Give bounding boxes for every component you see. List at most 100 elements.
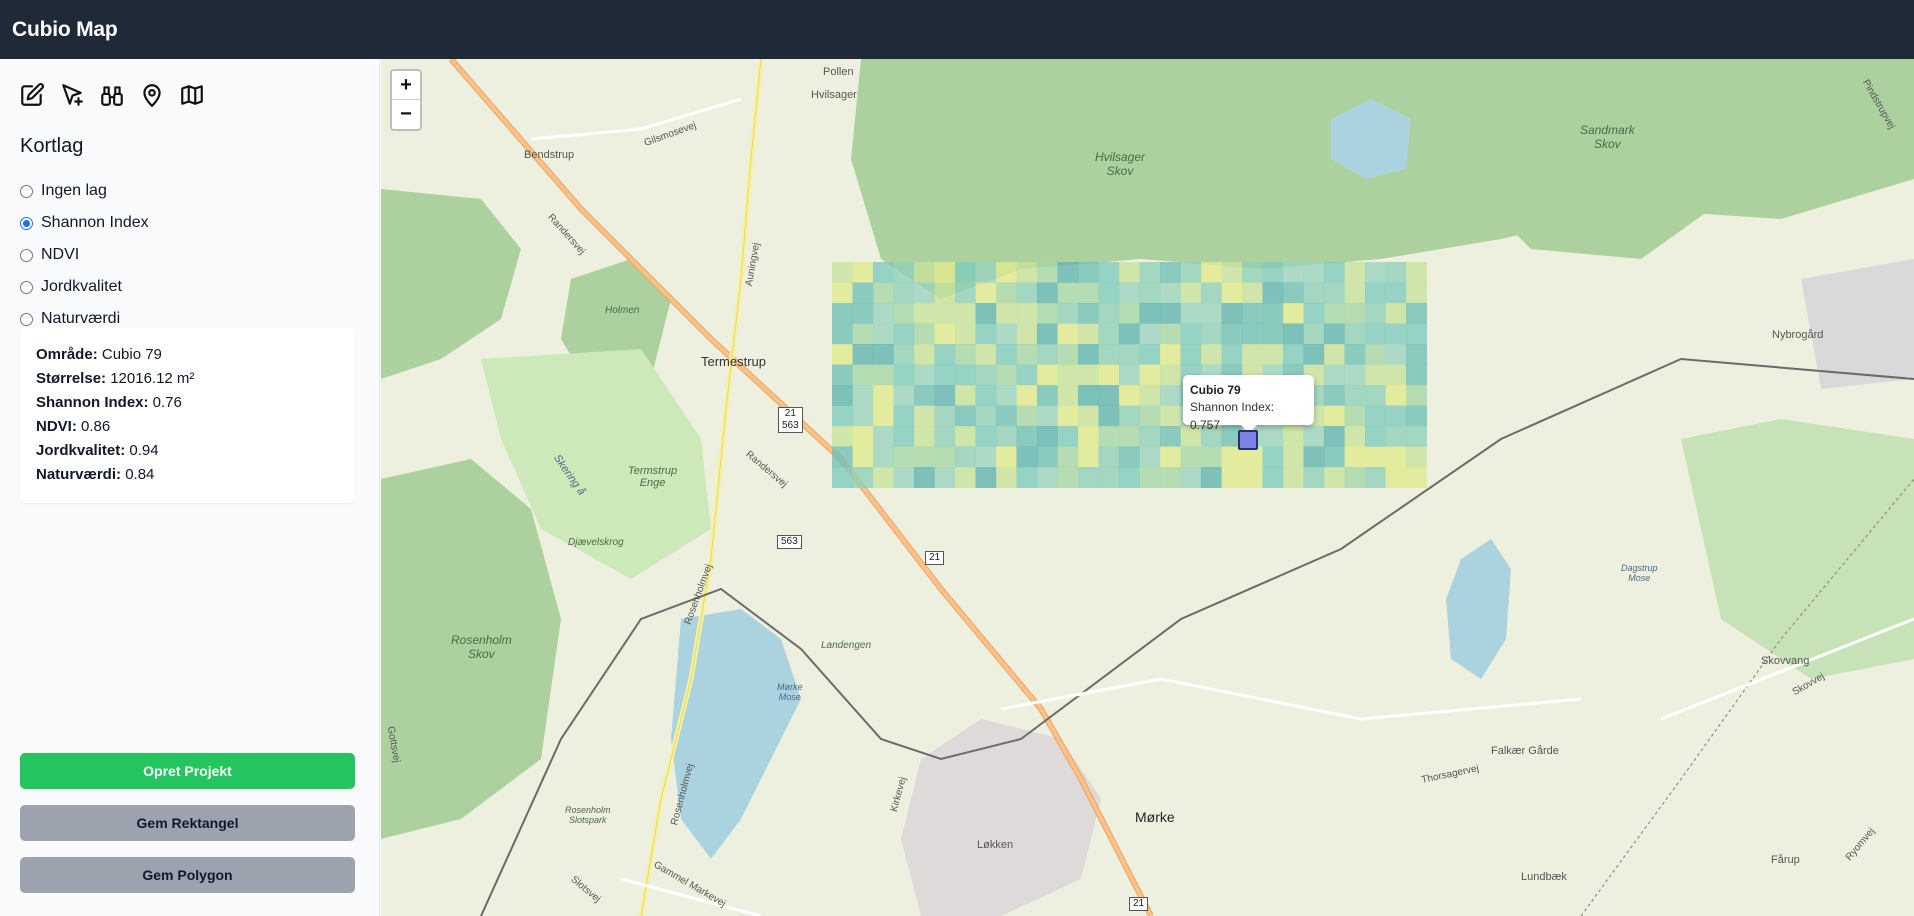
heat-cell[interactable] [914, 385, 935, 406]
heat-cell[interactable] [1385, 344, 1407, 365]
heat-cell[interactable] [914, 282, 935, 304]
heat-cell[interactable] [1037, 467, 1058, 488]
save-polygon-button[interactable]: Gem Polygon [20, 857, 355, 893]
heat-cell[interactable] [1139, 446, 1161, 468]
heat-cell[interactable] [832, 426, 853, 447]
heat-cell[interactable] [934, 344, 956, 365]
heat-cell[interactable] [1078, 282, 1099, 304]
heat-cell[interactable] [1324, 323, 1345, 345]
heat-cell[interactable] [1037, 426, 1058, 447]
heat-cell[interactable] [1016, 303, 1038, 324]
heat-cell[interactable] [934, 323, 956, 345]
heat-cell[interactable] [1098, 385, 1120, 406]
heat-cell[interactable] [1385, 364, 1407, 386]
heat-cell[interactable] [1160, 385, 1181, 406]
heat-cell[interactable] [852, 467, 874, 488]
heat-cell[interactable] [832, 344, 853, 365]
heat-cell[interactable] [1303, 282, 1325, 304]
heat-cell[interactable] [1160, 282, 1181, 304]
heat-cell[interactable] [1139, 303, 1161, 324]
heat-cell[interactable] [1119, 385, 1140, 406]
heat-cell[interactable] [832, 282, 853, 304]
heat-cell[interactable] [1037, 446, 1058, 468]
heat-cell[interactable] [1057, 303, 1079, 324]
heat-cell[interactable] [893, 405, 915, 427]
heat-cell[interactable] [852, 426, 874, 447]
heat-cell[interactable] [1344, 282, 1366, 304]
heat-cell[interactable] [1098, 467, 1120, 488]
heat-cell[interactable] [1242, 323, 1263, 345]
heat-cell[interactable] [1303, 262, 1325, 283]
heat-cell[interactable] [1098, 282, 1120, 304]
heat-cell[interactable] [852, 303, 874, 324]
heat-cell[interactable] [1180, 467, 1202, 488]
heat-cell[interactable] [1324, 467, 1345, 488]
heat-cell[interactable] [1057, 405, 1079, 427]
heat-cell[interactable] [1016, 262, 1038, 283]
heat-cell[interactable] [1016, 385, 1038, 406]
heat-cell[interactable] [934, 364, 956, 386]
heat-cell[interactable] [975, 467, 997, 488]
radio-checked-icon[interactable] [20, 216, 33, 230]
heat-cell[interactable] [873, 405, 894, 427]
heat-cell[interactable] [1016, 467, 1038, 488]
heat-cell[interactable] [893, 467, 915, 488]
heat-cell[interactable] [975, 426, 997, 447]
heat-cell[interactable] [893, 262, 915, 283]
heat-cell[interactable] [934, 405, 956, 427]
heat-cell[interactable] [1344, 344, 1366, 365]
heat-cell[interactable] [1242, 467, 1263, 488]
heat-cell[interactable] [1139, 364, 1161, 386]
heat-cell[interactable] [914, 426, 935, 447]
heat-cell[interactable] [1365, 385, 1386, 406]
heat-cell[interactable] [1406, 467, 1427, 488]
heat-cell[interactable] [1406, 262, 1427, 283]
heat-cell[interactable] [1016, 344, 1038, 365]
zoom-out-button[interactable]: − [392, 100, 420, 129]
heat-cell[interactable] [873, 344, 894, 365]
heat-cell[interactable] [1283, 446, 1304, 468]
heat-cell[interactable] [1406, 405, 1427, 427]
heat-cell[interactable] [1160, 303, 1181, 324]
heat-cell[interactable] [1406, 303, 1427, 324]
heat-cell[interactable] [832, 446, 853, 468]
map-icon[interactable] [178, 81, 206, 109]
heat-cell[interactable] [1242, 262, 1263, 283]
heat-cell[interactable] [1016, 405, 1038, 427]
heat-cell[interactable] [1283, 344, 1304, 365]
heat-cell[interactable] [1344, 262, 1366, 283]
heat-cell[interactable] [1139, 323, 1161, 345]
heat-cell[interactable] [934, 467, 956, 488]
heat-cell[interactable] [1119, 405, 1140, 427]
heat-cell[interactable] [893, 303, 915, 324]
heat-cell[interactable] [1242, 344, 1263, 365]
heat-cell[interactable] [1119, 282, 1140, 304]
heat-cell[interactable] [996, 262, 1017, 283]
heat-cell[interactable] [1365, 282, 1386, 304]
heat-cell[interactable] [1365, 405, 1386, 427]
heat-cell[interactable] [975, 262, 997, 283]
heat-cell[interactable] [1221, 262, 1243, 283]
heat-cell[interactable] [1160, 262, 1181, 283]
heat-cell[interactable] [832, 405, 853, 427]
heat-cell[interactable] [1385, 262, 1407, 283]
heat-cell[interactable] [975, 344, 997, 365]
heat-cell[interactable] [1016, 446, 1038, 468]
heat-cell[interactable] [1057, 467, 1079, 488]
heat-cell[interactable] [934, 426, 956, 447]
heat-cell[interactable] [955, 405, 976, 427]
heat-cell[interactable] [1180, 303, 1202, 324]
heat-cell[interactable] [996, 303, 1017, 324]
layer-option-soil[interactable]: Jordkvalitet [20, 271, 149, 303]
heat-cell[interactable] [955, 426, 976, 447]
heat-cell[interactable] [1180, 446, 1202, 468]
heat-cell[interactable] [1283, 467, 1304, 488]
heat-cell[interactable] [1324, 405, 1345, 427]
heat-cell[interactable] [873, 323, 894, 345]
heat-cell[interactable] [996, 364, 1017, 386]
heat-cell[interactable] [955, 303, 976, 324]
heat-cell[interactable] [1303, 303, 1325, 324]
heat-cell[interactable] [1221, 344, 1243, 365]
heat-cell[interactable] [1365, 323, 1386, 345]
heat-cell[interactable] [1160, 405, 1181, 427]
